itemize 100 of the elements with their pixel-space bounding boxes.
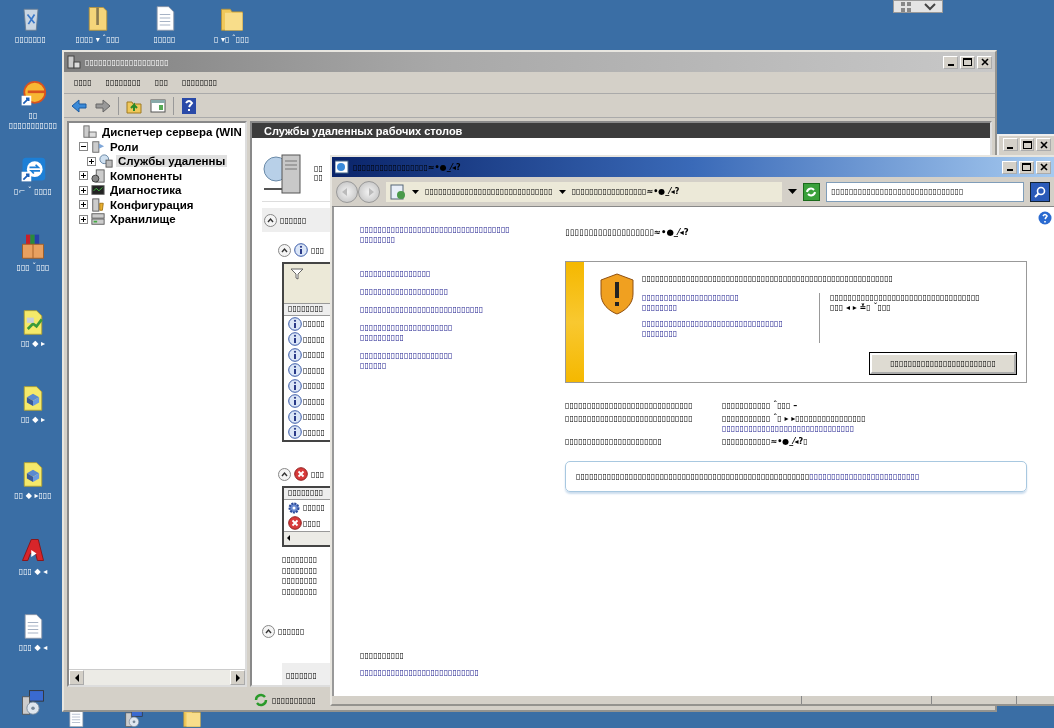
- caret-icon[interactable]: [923, 2, 936, 11]
- info-icon: [288, 378, 302, 393]
- menu-item[interactable]: ▯▯▯▯: [74, 78, 92, 87]
- breadcrumb-item[interactable]: ▯▯▯▯▯▯▯▯▯▯▯▯▯▯▯▯▯▯▯▯▯▯▯▯▯▯▯▯▯: [425, 187, 553, 196]
- error-icon: [294, 467, 308, 481]
- minimize-icon: [947, 64, 954, 66]
- search-field[interactable]: ▯▯▯▯▯▯▯▯▯▯▯▯▯▯▯▯▯▯▯▯▯▯▯▯▯▯▯▯▯▯: [826, 181, 1025, 202]
- components-icon: [90, 168, 106, 183]
- icon-label[interactable]: ▯▯▯ ◆ ◂: [18, 643, 48, 653]
- arrows-shortcut-icon: [19, 156, 47, 184]
- package-icon: [19, 232, 47, 260]
- maximize-button[interactable]: [960, 55, 975, 69]
- icon-label[interactable]: ▯▯ ▯▯▯▯▯▯▯▯▯▯▯: [8, 111, 58, 131]
- info-icon: [288, 363, 302, 378]
- minimize-button[interactable]: [1003, 138, 1018, 151]
- maximize-button[interactable]: [1019, 160, 1034, 174]
- language-bar[interactable]: [893, 0, 943, 13]
- close-icon: [1039, 140, 1048, 149]
- icon-label[interactable]: ▯ ▾▯ ˆ▯▯▯: [213, 35, 250, 45]
- page-icon: [390, 183, 406, 200]
- caret-icon[interactable]: [558, 189, 566, 194]
- menu-item[interactable]: ▯▯▯: [154, 78, 169, 87]
- task-link[interactable]: ▯▯▯▯▯▯▯▯▯▯▯▯▯▯▯▯▯▯▯▯▯ ▯▯▯▯▯▯: [360, 351, 530, 371]
- action-button[interactable]: ▯▯▯▯▯▯▯▯▯▯▯▯▯▯▯▯▯▯▯▯▯▯▯▯: [870, 353, 1016, 374]
- close-button[interactable]: [1036, 160, 1051, 174]
- summary-text: ▯▯▯▯▯▯▯▯: [282, 576, 319, 587]
- detail-link[interactable]: ▯▯▯▯▯▯▯▯▯▯▯▯▯▯▯▯▯▯▯▯▯▯▯▯▯▯▯▯▯▯: [722, 424, 1027, 434]
- task-link[interactable]: ▯▯▯▯▯▯▯▯▯▯▯▯▯▯▯▯▯▯▯▯▯▯▯▯▯▯▯▯▯▯▯▯▯▯ ▯▯▯▯▯▯▯▯: [360, 225, 530, 245]
- dropdown-icon[interactable]: [787, 189, 797, 194]
- help-icon[interactable]: [180, 96, 198, 115]
- table-cell: ▯▯▯▯: [303, 518, 321, 528]
- task-link[interactable]: ▯▯▯▯▯▯▯▯▯▯▯▯▯▯▯▯▯▯▯▯▯▯▯▯▯▯▯▯: [360, 305, 530, 315]
- collapse-button[interactable]: [278, 243, 291, 257]
- back-icon[interactable]: [70, 96, 88, 115]
- caret-icon[interactable]: [412, 189, 419, 194]
- expand-toggle[interactable]: [79, 200, 88, 210]
- icon-label[interactable]: ▯▯▯▯ ▾ ˆ▯▯▯: [75, 35, 120, 45]
- panel-icon[interactable]: [149, 96, 167, 115]
- footer-link[interactable]: ▯▯▯▯▯▯▯▯▯▯▯▯▯▯▯▯▯▯▯▯▯▯▯▯▯▯▯: [360, 668, 530, 678]
- panel-header: Службы удаленных рабочих столов: [252, 123, 990, 138]
- task-link[interactable]: ▯▯▯▯▯▯▯▯▯▯▯▯▯▯▯▯▯▯▯▯: [360, 287, 530, 297]
- tree-item[interactable]: Хранилище: [108, 213, 178, 226]
- task-link[interactable]: ▯▯▯▯▯▯▯▯▯▯▯▯▯▯▯▯▯▯▯▯▯ ▯▯▯▯▯▯▯▯▯▯: [360, 323, 530, 343]
- refresh-button[interactable]: [802, 182, 821, 201]
- icon-label[interactable]: ▯▯▯ ˇ▯▯▯: [16, 263, 50, 273]
- forward-icon[interactable]: [94, 96, 112, 115]
- close-button[interactable]: [1036, 138, 1051, 151]
- detail-value: ▯▯▯▯▯▯▯▯▯▯▯ ˆ▯▯▯ –: [722, 401, 799, 411]
- tree-item[interactable]: Компоненты: [108, 169, 185, 182]
- collapse-button[interactable]: [278, 467, 291, 481]
- scroll-left-button[interactable]: [69, 670, 84, 685]
- table-cell: ▯▯▯▯▯: [303, 396, 325, 406]
- table-cell: ▯▯▯▯▯: [303, 381, 325, 391]
- help-icon[interactable]: [1038, 211, 1052, 225]
- table-cell: ▯▯▯▯▯: [303, 319, 325, 329]
- section-title: ▯▯▯▯▯▯: [278, 626, 305, 636]
- warning-link[interactable]: ▯▯▯▯▯▯▯▯▯▯▯▯▯▯▯▯▯▯▯▯▯▯ ▯▯▯▯▯▯▯▯: [642, 293, 810, 313]
- icon-label[interactable]: ▯▯ ◆ ▸: [20, 415, 46, 425]
- minimize-button[interactable]: [943, 55, 958, 69]
- detail-value: ▯▯▯▯▯▯▯▯▯▯▯ ˆ▯ ▸ ▸▯▯▯▯▯▯▯▯▯▯▯▯▯▯▯▯: [722, 414, 867, 424]
- tree-item[interactable]: Диспетчер сервера (WIN: [100, 126, 244, 139]
- window-title: ▯▯▯▯▯▯▯▯▯▯▯▯▯▯▯▯▯▯▯: [85, 57, 170, 67]
- expand-toggle[interactable]: [79, 214, 88, 224]
- menu-item[interactable]: ▯▯▯▯▯▯▯▯: [105, 78, 141, 87]
- icon-label[interactable]: ▯▯▯▯▯: [153, 35, 176, 45]
- search-button[interactable]: [1030, 181, 1050, 202]
- expand-toggle[interactable]: [79, 185, 88, 195]
- icon-label[interactable]: ▯▯ ◆ ▸: [20, 339, 46, 349]
- info-icon: [294, 243, 308, 257]
- icon-label[interactable]: ▯⌐ ˇ ▯▯▯▯: [14, 187, 52, 197]
- collapse-toggle[interactable]: [79, 142, 88, 152]
- menu-item[interactable]: ▯▯▯▯▯▯▯▯: [182, 78, 218, 87]
- summary-text: ▯▯: [314, 163, 323, 173]
- tree-item[interactable]: Роли: [108, 140, 141, 153]
- task-link[interactable]: ▯▯▯▯▯▯▯▯▯▯▯▯▯▯▯▯: [360, 269, 530, 279]
- info-link[interactable]: ▯▯▯▯▯▯▯▯▯▯▯▯▯▯▯▯▯▯▯▯▯▯▯▯▯: [809, 472, 920, 481]
- collapse-button[interactable]: [264, 213, 277, 227]
- tree-item[interactable]: Службы удаленны: [116, 155, 228, 168]
- right-arrow-icon: [234, 673, 241, 682]
- disc-shortcut-icon: [19, 80, 47, 108]
- tree-item[interactable]: Конфигурация: [108, 198, 196, 211]
- scroll-right-button[interactable]: [230, 670, 245, 685]
- error-icon: [288, 516, 302, 531]
- warning-link[interactable]: ▯▯▯▯▯▯▯▯▯▯▯▯▯▯▯▯▯▯▯▯▯▯▯▯▯▯▯▯▯▯▯▯ ▯▯▯▯▯▯▯▯: [642, 319, 810, 339]
- minimize-button[interactable]: [1002, 160, 1017, 174]
- expand-toggle[interactable]: [79, 171, 88, 181]
- close-button[interactable]: [977, 55, 992, 69]
- filter-icon[interactable]: [290, 268, 304, 280]
- maximize-button[interactable]: [1019, 138, 1035, 151]
- icon-label[interactable]: ▯▯▯▯▯▯▯: [15, 35, 46, 45]
- detail-label: ▯▯▯▯▯▯▯▯▯▯▯▯▯▯▯▯▯▯▯▯▯▯▯▯▯▯▯▯▯: [565, 401, 694, 411]
- icon-label[interactable]: ▯▯ ◆ ▸▯▯▯: [14, 491, 52, 501]
- breadcrumb-item[interactable]: ▯▯▯▯▯▯▯▯▯▯▯▯▯▯▯▯▯≈•●_⁄◂?: [571, 187, 680, 196]
- address-bar[interactable]: ▯▯▯▯▯▯▯▯▯▯▯▯▯▯▯▯▯▯▯▯▯▯▯▯▯▯▯▯▯ ▯▯▯▯▯▯▯▯▯▯▯▯▯▯▯▯▯≈•●_⁄◂?: [386, 181, 782, 202]
- icon-label[interactable]: ▯▯▯ ◆ ◂: [18, 567, 48, 577]
- expand-toggle[interactable]: [87, 156, 96, 166]
- table-cell: ▯▯▯▯▯: [303, 427, 325, 437]
- collapse-button[interactable]: [262, 624, 275, 638]
- tree-item[interactable]: Диагностика: [108, 184, 184, 197]
- detail-value: ▯▯▯▯▯▯▯▯▯▯▯≈•●_⁄◂?▯: [722, 437, 809, 447]
